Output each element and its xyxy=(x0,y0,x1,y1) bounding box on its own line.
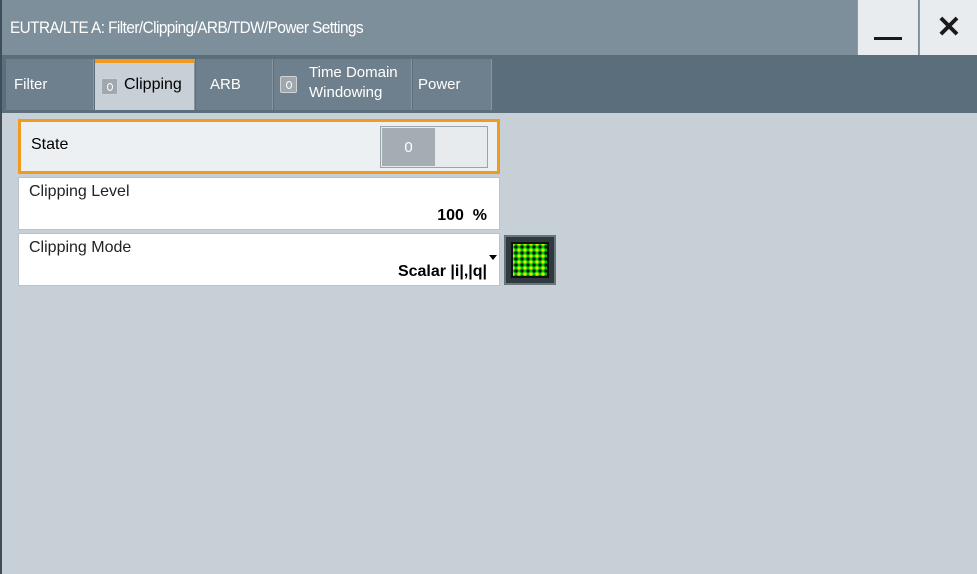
clipping-level-field[interactable]: Clipping Level 100 % xyxy=(18,177,500,230)
clipping-level-value: 100 % xyxy=(437,207,487,224)
tab-time-domain-windowing[interactable]: Time Domain Windowing xyxy=(274,59,412,110)
clipping-mode-select[interactable]: Clipping Mode Scalar |i|,|q| xyxy=(18,233,500,286)
tab-bar: Filter Clipping ARB Time Domain Windowin… xyxy=(2,56,977,113)
clipping-mode-value: Scalar |i|,|q| xyxy=(397,263,487,280)
tab-filter-label: Filter xyxy=(14,76,48,93)
tab-arb[interactable]: ARB xyxy=(196,59,273,110)
settings-dialog: EUTRA/LTE A: Filter/Clipping/ARB/TDW/Pow… xyxy=(0,0,977,574)
clipping-mode-label: Clipping Mode xyxy=(29,239,132,256)
minimize-icon xyxy=(874,37,902,40)
state-label: State xyxy=(31,136,69,153)
dropdown-arrow-icon xyxy=(489,255,497,260)
constellation-pattern-button[interactable] xyxy=(504,235,556,285)
close-icon: ✕ xyxy=(936,10,962,44)
minimize-button[interactable] xyxy=(857,0,918,55)
tab-power-label: Power xyxy=(418,76,461,93)
tab-arb-label: ARB xyxy=(210,76,241,93)
state-row: State 0 xyxy=(18,119,500,174)
tab-clipping-led-icon xyxy=(101,78,118,95)
state-toggle-value: 0 xyxy=(382,128,435,166)
window-title: EUTRA/LTE A: Filter/Clipping/ARB/TDW/Pow… xyxy=(10,18,364,37)
tab-tdw-label-line1: Time Domain xyxy=(309,64,398,81)
tab-tdw-led-icon xyxy=(280,76,297,93)
tab-filter[interactable]: Filter xyxy=(6,59,94,110)
state-toggle[interactable]: 0 xyxy=(380,126,488,168)
clipping-level-label: Clipping Level xyxy=(29,183,130,200)
tab-clipping-label: Clipping xyxy=(124,76,182,93)
tab-tdw-label-line2: Windowing xyxy=(309,84,383,101)
title-bar: EUTRA/LTE A: Filter/Clipping/ARB/TDW/Pow… xyxy=(2,0,977,56)
constellation-pattern-icon xyxy=(511,242,549,278)
tab-power[interactable]: Power xyxy=(413,59,492,110)
tab-clipping[interactable]: Clipping xyxy=(95,59,195,110)
close-button[interactable]: ✕ xyxy=(919,0,977,55)
